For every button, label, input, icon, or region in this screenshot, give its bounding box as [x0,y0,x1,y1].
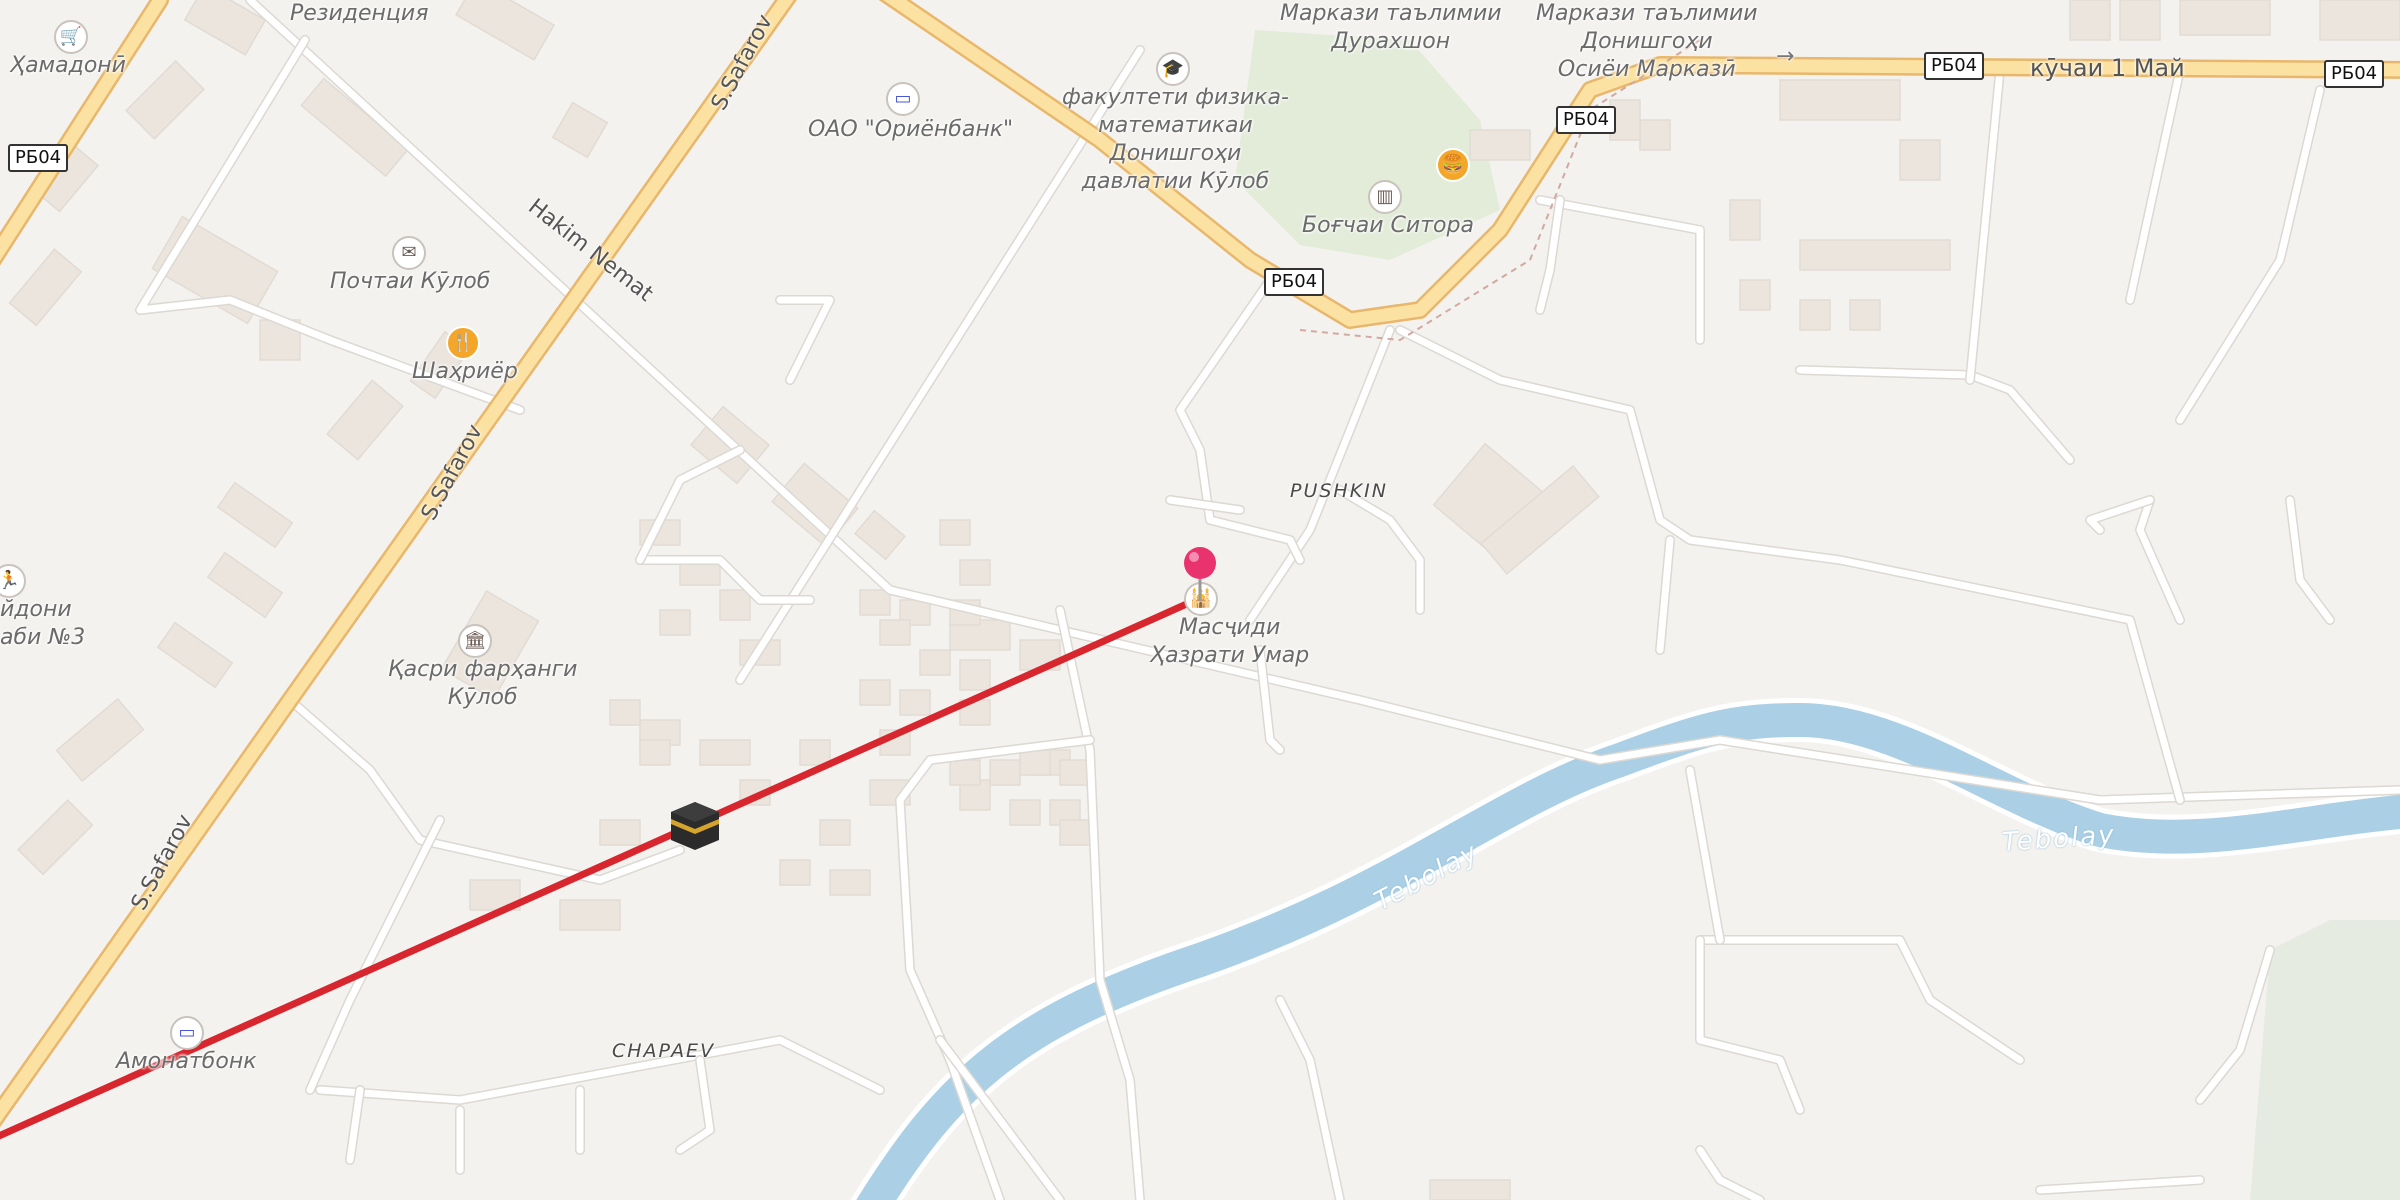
place-label-orienbank[interactable]: ОАО "Ориёнбанк" [808,116,1013,144]
place-label-mosque[interactable]: Масҷиди Ҳазрати Умар [1150,614,1309,670]
place-label-edu-center-durakhshon[interactable]: Маркази таълимии Дурахшон [1280,0,1502,56]
route-shield-rb04: РБ04 [2324,60,2385,88]
street-label-1-may: кӯчаи 1 Май [2030,54,2185,82]
route-shield-rb04: РБ04 [1556,106,1617,134]
graduation-cap-icon[interactable]: 🎓 [1156,52,1190,86]
kindergarten-icon[interactable]: ▥ [1368,180,1402,214]
kaaba-icon[interactable] [669,800,721,852]
place-label-residence[interactable]: Резиденция [290,0,428,28]
place-label-amonatbank[interactable]: Амонатбонк [116,1048,257,1076]
street-label-chapaev: CHAPAEV [612,1040,716,1062]
bank-icon[interactable]: ▭ [886,82,920,116]
mail-icon[interactable]: ✉ [392,236,426,270]
route-shield-rb04: РБ04 [1924,52,1985,80]
place-label-shahriyor[interactable]: Шаҳриёр [412,358,518,386]
place-label-bogchai-sitora[interactable]: Боғчаи Ситора [1302,212,1474,240]
place-label-edu-center-university[interactable]: Маркази таълимии Донишгоҳи Осиёи Марказӣ [1536,0,1758,84]
street-label-pushkin: PUSHKIN [1290,480,1388,502]
location-pin-icon[interactable] [1180,545,1220,601]
bank-icon[interactable]: ▭ [170,1016,204,1050]
burger-icon[interactable]: 🍔 [1436,148,1470,182]
museum-icon[interactable]: 🏛 [458,624,492,658]
place-label-culture-palace[interactable]: Қасри фарҳанги Кӯлоб [388,656,577,712]
restaurant-icon[interactable]: 🍴 [446,326,480,360]
park-area-right [2250,920,2400,1200]
place-label-stadium[interactable]: йдони аби №3 [0,596,85,652]
map-canvas[interactable]: РБ04 РБ04 РБ04 РБ04 РБ04 S.Safarov S.Saf… [0,0,2400,1200]
shopping-basket-icon[interactable]: 🛒 [54,20,88,54]
place-label-physics-faculty[interactable]: факултети физика- математикаи Донишгоҳи … [1062,84,1289,196]
place-label-post[interactable]: Почтаи Кӯлоб [330,268,490,296]
route-shield-rb04: РБ04 [8,144,69,172]
one-way-arrow: → [1776,44,1795,69]
place-label-hamadoni[interactable]: Ҳамадонӣ [10,52,126,80]
route-shield-rb04: РБ04 [1264,268,1325,296]
